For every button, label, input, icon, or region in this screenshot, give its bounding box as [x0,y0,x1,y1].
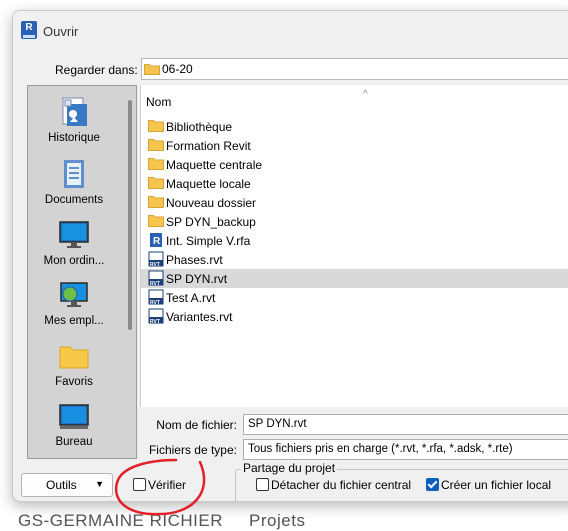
network-icon [60,282,88,307]
places-bar: Historique Documents Mon ordin... Mes em… [27,85,137,459]
svg-text:RVT: RVT [150,262,160,267]
file-name: Maquette locale [166,177,251,191]
look-in-value: 06-20 [162,62,193,76]
desktop-icon [59,404,89,429]
filetype-select[interactable]: Tous fichiers pris en charge (*.rvt, *.r… [243,439,568,460]
file-list-item[interactable]: Maquette locale [141,174,568,193]
place-favorites[interactable]: Favoris [28,340,120,388]
file-name: Maquette centrale [166,158,263,172]
place-computer[interactable]: Mon ordin... [28,219,120,267]
file-list-item[interactable]: SP DYN_backup [141,212,568,231]
dropdown-arrow-icon: ▼ [95,479,104,489]
documents-icon [64,160,84,188]
file-list-item[interactable]: RVT Test A.rvt [141,288,568,307]
file-list[interactable]: ^ Nom Bibliothèque Formation Revit Maquett… [140,85,568,407]
file-list-item[interactable]: Maquette centrale [141,155,568,174]
revit-project-icon: RVT [148,289,164,305]
filename-value: SP DYN.rvt [248,418,307,430]
place-label: Mes empl... [44,315,104,327]
sort-ascending-icon: ^ [363,89,368,100]
place-desktop[interactable]: Bureau [28,400,120,448]
open-dialog: R Ouvrir Regarder dans: 06-20 Historique [12,10,568,502]
svg-text:RVT: RVT [150,319,160,324]
file-list-item[interactable]: RVT Phases.rvt [141,250,568,269]
file-name: Bibliothèque [166,120,233,134]
tools-button-label: Outils [46,478,77,492]
folder-icon [148,215,164,227]
file-list-item[interactable]: Bibliothèque [141,117,568,136]
window-title: Ouvrir [43,24,79,39]
file-name: Int. Simple V.rfa [166,234,251,248]
svg-text:RVT: RVT [150,300,160,305]
file-list-item[interactable]: Nouveau dossier [141,193,568,212]
tools-button[interactable]: Outils ▼ [21,473,113,497]
file-list-item[interactable]: Formation Revit [141,136,568,155]
svg-text:RVT: RVT [150,281,160,286]
file-name: Formation Revit [166,139,251,153]
filename-input[interactable]: SP DYN.rvt [243,414,568,435]
revit-project-icon: RVT [148,270,164,286]
file-name: SP DYN_backup [166,215,256,229]
background-left-text: GS-GERMAINE RICHIER [18,511,224,530]
audit-checkbox[interactable] [133,478,146,491]
file-list-item[interactable]: RVT Variantes.rvt [141,307,568,326]
audit-label: Vérifier [148,478,187,492]
favorites-folder-icon [59,346,89,369]
revit-family-icon: R [150,233,162,247]
file-name: Variantes.rvt [166,310,233,324]
look-in-combo[interactable]: 06-20 [141,58,568,80]
filetype-label: Fichiers de type: [148,443,237,457]
detach-checkbox[interactable] [256,478,269,491]
folder-icon [148,139,164,151]
file-name: Nouveau dossier [166,196,257,210]
file-list-item[interactable]: RVT SP DYN.rvt [141,269,568,288]
place-network[interactable]: Mes empl... [28,279,120,327]
revit-project-icon: RVT [148,251,164,267]
create-local-checkbox[interactable] [426,478,439,491]
detach-label: Détacher du fichier central [271,478,412,492]
places-scrollbar[interactable] [128,100,132,330]
place-label: Mon ordin... [43,255,105,267]
place-label: Favoris [55,376,93,388]
revit-project-icon: RVT [148,308,164,324]
file-name: Phases.rvt [166,253,223,267]
title-bar[interactable]: R Ouvrir [13,11,568,51]
filetype-value: Tous fichiers pris en charge (*.rvt, *.r… [248,443,513,455]
computer-icon [59,221,89,248]
look-in-label: Regarder dans: [55,63,138,77]
worksharing-title: Partage du projet [241,461,338,475]
folder-icon [148,158,164,170]
folder-icon [148,120,164,132]
column-header-name[interactable]: Nom [146,95,171,109]
background-right-text: Projets [249,511,306,530]
place-label: Documents [44,194,104,206]
file-name: SP DYN.rvt [166,272,228,286]
app-icon-letter: R [25,22,33,33]
filename-label: Nom de fichier: [156,418,237,432]
background-window-text: GS-GERMAINE RICHIER Projets [18,511,305,531]
svg-text:R: R [153,236,161,247]
place-documents[interactable]: Documents [28,158,120,206]
file-name: Test A.rvt [166,291,216,305]
file-list-item[interactable]: R Int. Simple V.rfa [141,231,568,250]
folder-icon [148,196,164,208]
folder-icon [148,177,164,189]
history-icon [62,97,87,126]
place-history[interactable]: Historique [28,96,120,144]
place-label: Historique [48,132,100,144]
create-local-label: Créer un fichier local [441,478,552,492]
place-label: Bureau [55,436,93,448]
revit-app-icon: R [21,21,37,39]
folder-icon [144,64,160,75]
